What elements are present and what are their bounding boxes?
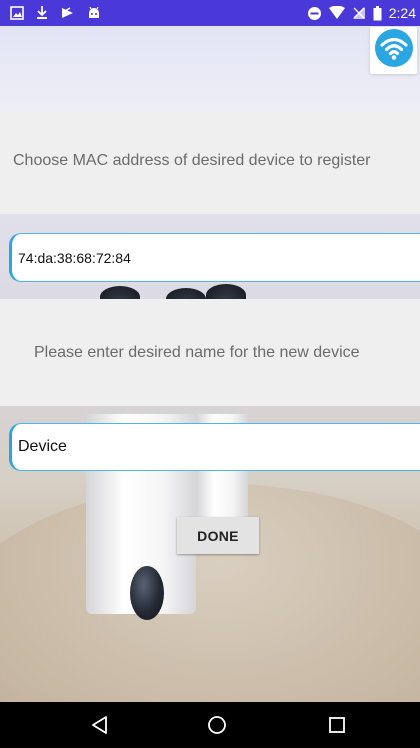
wifi-settings-button[interactable] [370,27,417,74]
done-button[interactable]: DONE [177,517,259,554]
recents-square-icon[interactable] [325,713,349,737]
app-screen: 2:24 Choose MAC address of desired devic… [0,0,420,748]
media-icon [60,6,75,20]
status-bar: 2:24 [0,0,420,26]
home-circle-icon[interactable] [205,713,229,737]
mac-address-field[interactable] [9,233,420,282]
dnd-icon [307,6,322,21]
battery-icon [373,5,382,21]
status-clock: 2:24 [388,5,416,21]
blueberry-decoration [130,566,164,620]
wifi-signal-icon [328,6,345,20]
wifi-icon [374,28,414,73]
name-prompt-label: Please enter desired name for the new de… [34,344,360,361]
cell-signal-icon [352,6,366,20]
download-icon [36,5,48,20]
device-name-field[interactable] [9,423,420,471]
back-triangle-icon[interactable] [88,713,112,737]
mac-prompt-label: Choose MAC address of desired device to … [13,152,371,169]
header-background [0,26,420,110]
navigation-bar [0,702,420,748]
image-icon [10,5,24,20]
android-icon [87,6,101,20]
